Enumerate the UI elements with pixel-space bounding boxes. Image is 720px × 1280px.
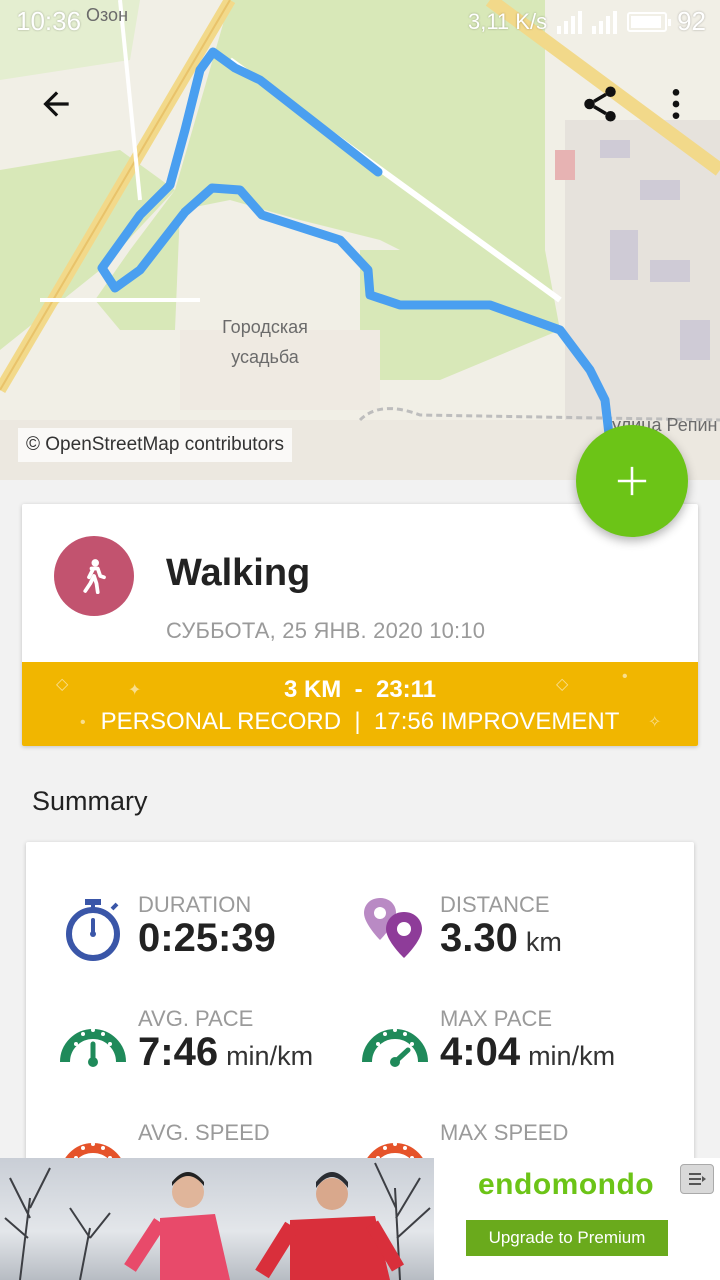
stat-label: DISTANCE [440, 892, 550, 917]
personal-record-banner[interactable]: ◇ ✦ • ◇ • ✧ 3 KM - 23:11 PERSONAL RECORD… [22, 662, 698, 746]
stat-value: 4:04 min/km [440, 1030, 616, 1074]
share-button[interactable] [574, 78, 626, 130]
status-icons: 3,11 K/s 92 [468, 6, 706, 37]
plus-icon [617, 466, 647, 496]
pace-gauge-icon [60, 1028, 126, 1067]
stat-label: MAX PACE [440, 1006, 553, 1031]
map-attribution[interactable]: © OpenStreetMap contributors [18, 428, 292, 462]
stat-label: DURATION [138, 892, 252, 917]
battery-icon [627, 11, 672, 32]
stat-value: 0:25:39 [138, 916, 276, 960]
stat-avg-pace: AVG. PACE 7:46 min/km [60, 1006, 360, 1106]
sport-badge [54, 536, 134, 616]
stat-distance: DISTANCE 3.30 km [362, 892, 662, 992]
walking-icon [83, 559, 106, 594]
more-options-button[interactable] [650, 78, 702, 130]
workout-date: СУББОТА, 25 ЯНВ. 2020 10:10 [166, 618, 486, 643]
share-icon [584, 86, 616, 122]
ad-choices-icon[interactable] [680, 1164, 714, 1194]
stat-label: AVG. PACE [138, 1006, 254, 1031]
workout-card: Walking СУББОТА, 25 ЯНВ. 2020 10:10 ◇ ✦ … [22, 504, 698, 746]
add-button[interactable] [576, 425, 688, 537]
record-improvement: PERSONAL RECORD | 17:56 IMPROVEMENT [100, 708, 620, 735]
stat-label: AVG. SPEED [138, 1120, 270, 1145]
pace-gauge-icon [362, 1028, 428, 1067]
route-map[interactable]: Озон Городская усадьба улица Репин © Ope… [0, 0, 720, 480]
arrow-left-icon [43, 91, 69, 117]
signal-icon [557, 10, 583, 34]
ad-brand-logo: endomondo [478, 1168, 655, 1201]
stat-label: MAX SPEED [440, 1120, 569, 1145]
status-time: 10:36 [16, 6, 82, 36]
status-bar: 10:36 3,11 K/s 92 [0, 0, 720, 44]
map-tiles [0, 0, 720, 480]
sport-name: Walking [166, 552, 311, 594]
network-speed: 3,11 K/s [467, 8, 548, 34]
ad-runners-image [0, 1158, 434, 1280]
stopwatch-icon [66, 899, 120, 961]
upgrade-premium-button[interactable]: Upgrade to Premium [466, 1220, 668, 1256]
summary-card: DURATION 0:25:39 DISTANCE 3.30 km AVG. PA… [26, 842, 694, 1172]
stat-max-pace: MAX PACE 4:04 min/km [362, 1006, 662, 1106]
back-button[interactable] [30, 78, 82, 130]
stat-duration: DURATION 0:25:39 [60, 892, 360, 992]
stat-value: 3.30 km [440, 916, 562, 960]
ad-banner[interactable]: endomondo Upgrade to Premium [0, 1158, 720, 1280]
more-vert-icon [672, 89, 680, 119]
location-pins-icon [364, 898, 422, 958]
record-summary: 3 KM - 23:11 [283, 676, 437, 703]
battery-level: 92 [677, 6, 706, 36]
signal-icon [592, 10, 618, 34]
stat-value: 7:46 min/km [138, 1030, 314, 1074]
map-label-park: Городская усадьба [222, 317, 308, 367]
summary-title: Summary [32, 786, 148, 816]
